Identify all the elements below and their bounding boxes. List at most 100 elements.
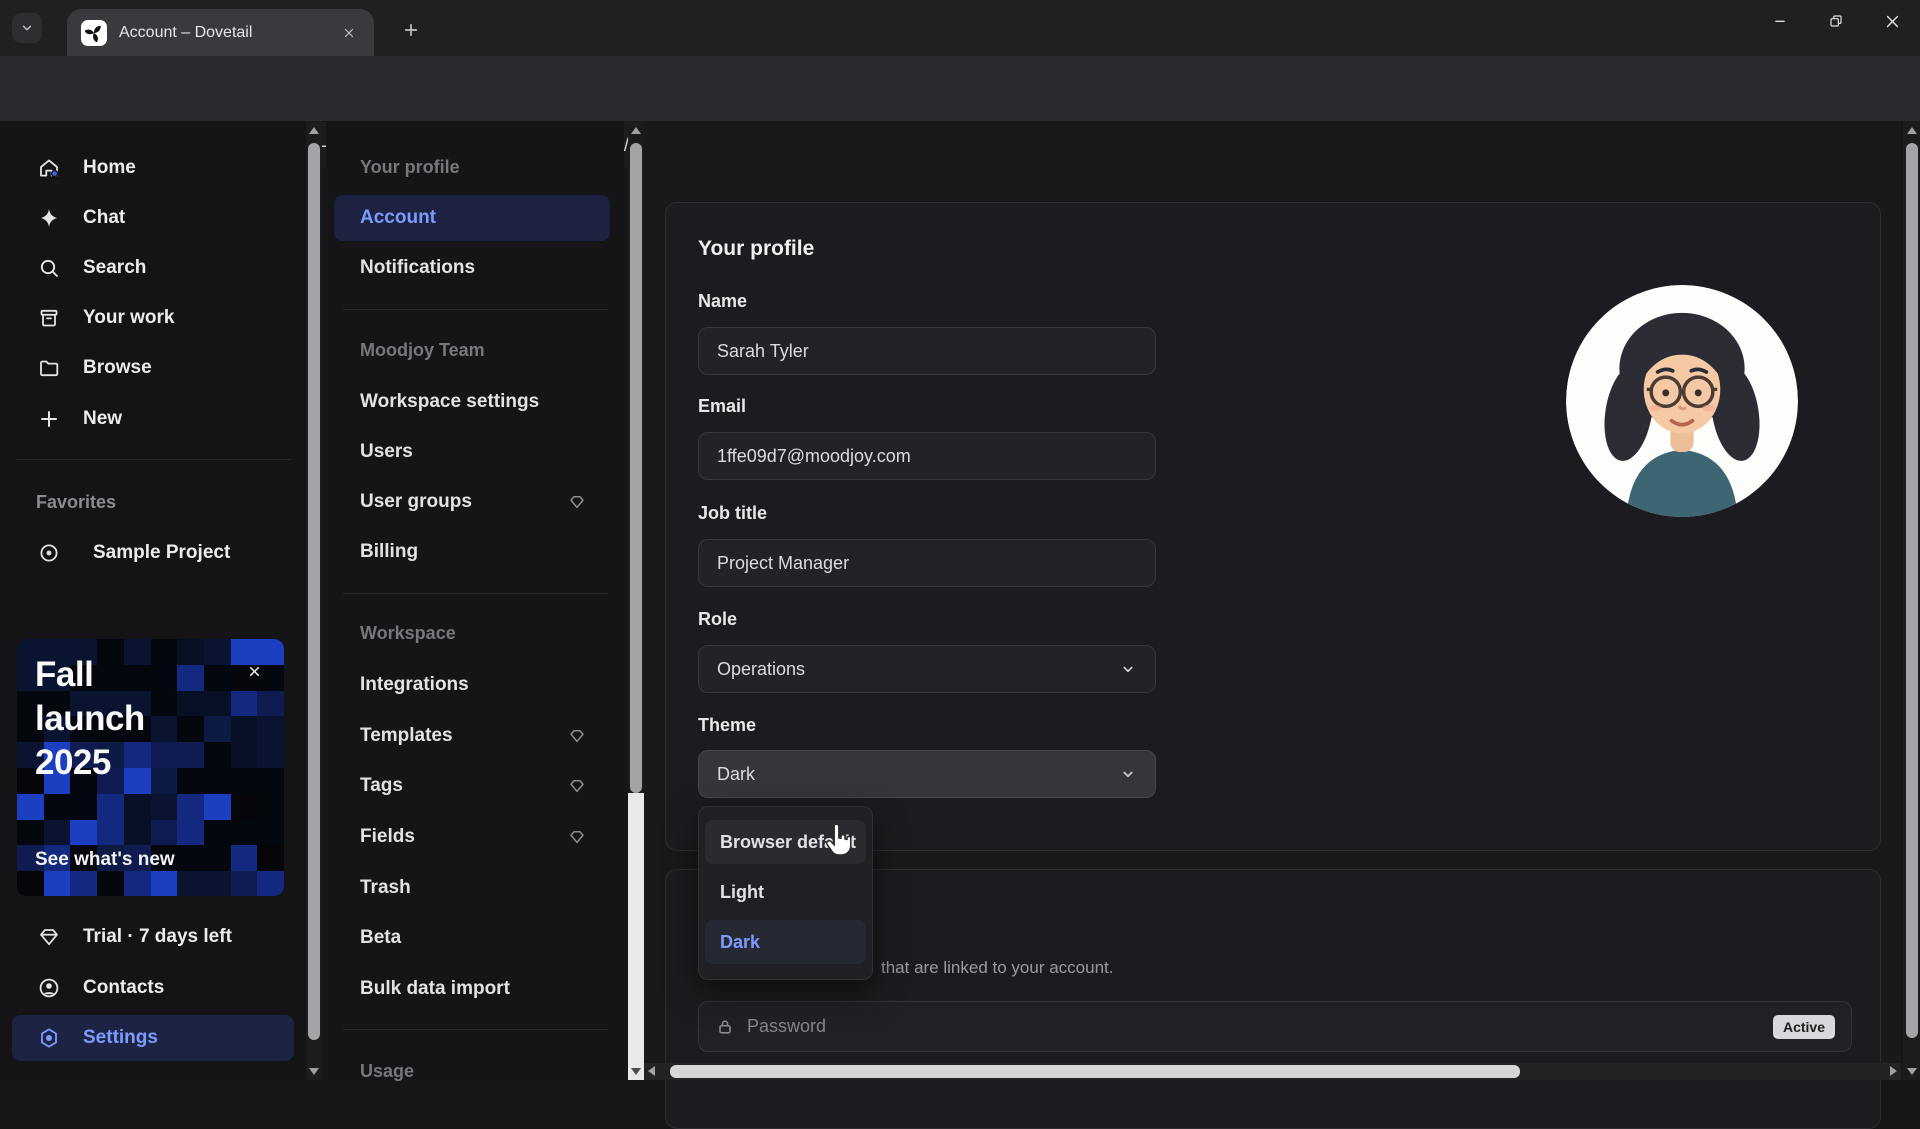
settings-section-header: Moodjoy Team	[360, 340, 485, 361]
sidebar-item-contacts[interactable]: Contacts	[12, 965, 294, 1011]
horizontal-scrollbar[interactable]	[644, 1063, 1901, 1080]
promo-title: Fall launch2025	[35, 653, 145, 785]
email-label: Email	[698, 396, 746, 417]
archive-icon	[37, 306, 61, 330]
profile-card: Your profile Name Sarah Tyler Email 1ffe…	[665, 202, 1881, 851]
folder-icon	[37, 356, 61, 380]
active-badge: Active	[1773, 1015, 1835, 1039]
sidebar-item-label: Settings	[83, 1027, 158, 1049]
settings-nav-templates[interactable]: Templates	[334, 713, 610, 759]
chevron-down-icon	[1119, 660, 1137, 678]
settings-nav-users[interactable]: Users	[334, 429, 610, 475]
sidebar-item-label: Search	[83, 257, 146, 279]
job-title-field[interactable]: Project Manager	[698, 539, 1156, 587]
settings-nav-tags[interactable]: Tags	[334, 763, 610, 809]
app-sidebar: Home Chat Search Your work Browse	[0, 121, 306, 1080]
sidebar-item-search[interactable]: Search	[12, 245, 294, 291]
sidebar-item-your-work[interactable]: Your work	[12, 295, 294, 341]
promo-cta-link[interactable]: See what's new	[35, 849, 175, 871]
scrollbar-track[interactable]	[628, 793, 644, 1080]
scroll-up-icon[interactable]	[1907, 127, 1917, 134]
settings-nav-user-groups[interactable]: User groups	[334, 479, 610, 525]
role-select[interactable]: Operations	[698, 645, 1156, 693]
sidebar-item-new[interactable]: New	[12, 396, 294, 442]
browser-tab[interactable]: Account – Dovetail	[67, 9, 374, 56]
theme-option-light[interactable]: Light	[705, 870, 866, 914]
linked-accounts-description: that are linked to your account.	[881, 958, 1113, 978]
sidebar-scrollbar[interactable]	[306, 121, 322, 1080]
plus-icon	[37, 407, 61, 431]
password-field[interactable]: Password Active	[698, 1001, 1852, 1052]
settings-nav-beta[interactable]: Beta	[334, 915, 610, 961]
settings-section-header: Usage	[360, 1061, 414, 1082]
gem-icon	[568, 828, 586, 846]
role-label: Role	[698, 609, 737, 630]
settings-nav-divider	[343, 309, 608, 310]
settings-nav-bulk-data-import[interactable]: Bulk data import	[334, 966, 610, 1012]
profile-card-title: Your profile	[698, 237, 814, 261]
settings-nav-billing[interactable]: Billing	[334, 529, 610, 575]
browser-window: Account – Dovetail	[0, 0, 1920, 1080]
settings-nav-account[interactable]: Account	[334, 195, 610, 241]
gem-icon	[568, 493, 586, 511]
settings-nav-divider	[343, 1029, 608, 1030]
scrollbar-thumb[interactable]	[308, 143, 320, 1040]
favorite-item-label: Sample Project	[93, 542, 230, 564]
profile-avatar[interactable]	[1566, 285, 1798, 517]
settings-nav-fields[interactable]: Fields	[334, 814, 610, 860]
gem-icon	[568, 777, 586, 795]
content-scrollbar[interactable]	[1903, 121, 1920, 1080]
favorites-header: Favorites	[36, 492, 116, 513]
window-controls	[1752, 0, 1920, 42]
sidebar-item-label: Trial · 7 days left	[83, 926, 232, 948]
scroll-left-icon[interactable]	[648, 1066, 655, 1076]
gem-icon	[37, 925, 61, 949]
window-restore-button[interactable]	[1808, 0, 1864, 42]
scroll-right-icon[interactable]	[1890, 1066, 1897, 1076]
scroll-down-icon[interactable]	[1907, 1068, 1917, 1075]
settings-nav-integrations[interactable]: Integrations	[334, 662, 610, 708]
settings-nav-notifications[interactable]: Notifications	[334, 245, 610, 291]
scroll-up-icon[interactable]	[631, 127, 641, 134]
sidebar-item-home[interactable]: Home	[12, 145, 294, 191]
settings-nav-divider	[343, 593, 608, 594]
settings-section-header: Your profile	[360, 157, 460, 178]
settings-nav: Your profile Account Notifications Moodj…	[326, 121, 624, 1080]
theme-option-dark[interactable]: Dark	[705, 920, 866, 964]
scroll-down-icon[interactable]	[631, 1068, 641, 1075]
sidebar-item-label: Your work	[83, 307, 175, 329]
name-label: Name	[698, 291, 747, 312]
scrollbar-thumb[interactable]	[1906, 143, 1918, 1038]
sidebar-item-trial[interactable]: Trial · 7 days left	[12, 914, 294, 960]
home-icon	[37, 156, 61, 180]
tab-title: Account – Dovetail	[119, 24, 326, 42]
promo-card[interactable]: Fall launch2025 See what's new	[17, 639, 284, 896]
sidebar-item-label: Contacts	[83, 977, 164, 999]
settings-nav-trash[interactable]: Trash	[334, 865, 610, 911]
sidebar-item-label: Browse	[83, 357, 152, 379]
sidebar-item-chat[interactable]: Chat	[12, 195, 294, 241]
browser-toolbar: moodjoy-team-2h2v.dovetail.com/settings/…	[0, 56, 1920, 121]
promo-close-icon[interactable]	[241, 658, 267, 684]
email-field[interactable]: 1ffe09d7@moodjoy.com	[698, 432, 1156, 480]
sidebar-item-settings[interactable]: Settings	[12, 1015, 294, 1061]
settings-nav-workspace-settings[interactable]: Workspace settings	[334, 379, 610, 425]
window-close-button[interactable]	[1864, 0, 1920, 42]
sidebar-item-sample-project[interactable]: Sample Project	[12, 530, 294, 576]
sidebar-item-label: Home	[83, 157, 136, 179]
tab-list-chevron-icon[interactable]	[12, 13, 42, 43]
new-tab-button[interactable]	[396, 15, 426, 45]
scrollbar-thumb[interactable]	[670, 1065, 1520, 1078]
tab-close-icon[interactable]	[338, 22, 360, 44]
scroll-down-icon[interactable]	[309, 1068, 319, 1075]
settings-nav-scrollbar[interactable]	[628, 121, 644, 1080]
tab-strip: Account – Dovetail	[0, 0, 1920, 56]
window-minimize-button[interactable]	[1752, 0, 1808, 42]
name-field[interactable]: Sarah Tyler	[698, 327, 1156, 375]
scroll-up-icon[interactable]	[309, 127, 319, 134]
settings-hexagon-icon	[37, 1026, 61, 1050]
sidebar-item-browse[interactable]: Browse	[12, 345, 294, 391]
scrollbar-thumb[interactable]	[630, 143, 642, 793]
theme-select[interactable]: Dark	[698, 750, 1156, 798]
hand-cursor-icon	[818, 821, 856, 863]
